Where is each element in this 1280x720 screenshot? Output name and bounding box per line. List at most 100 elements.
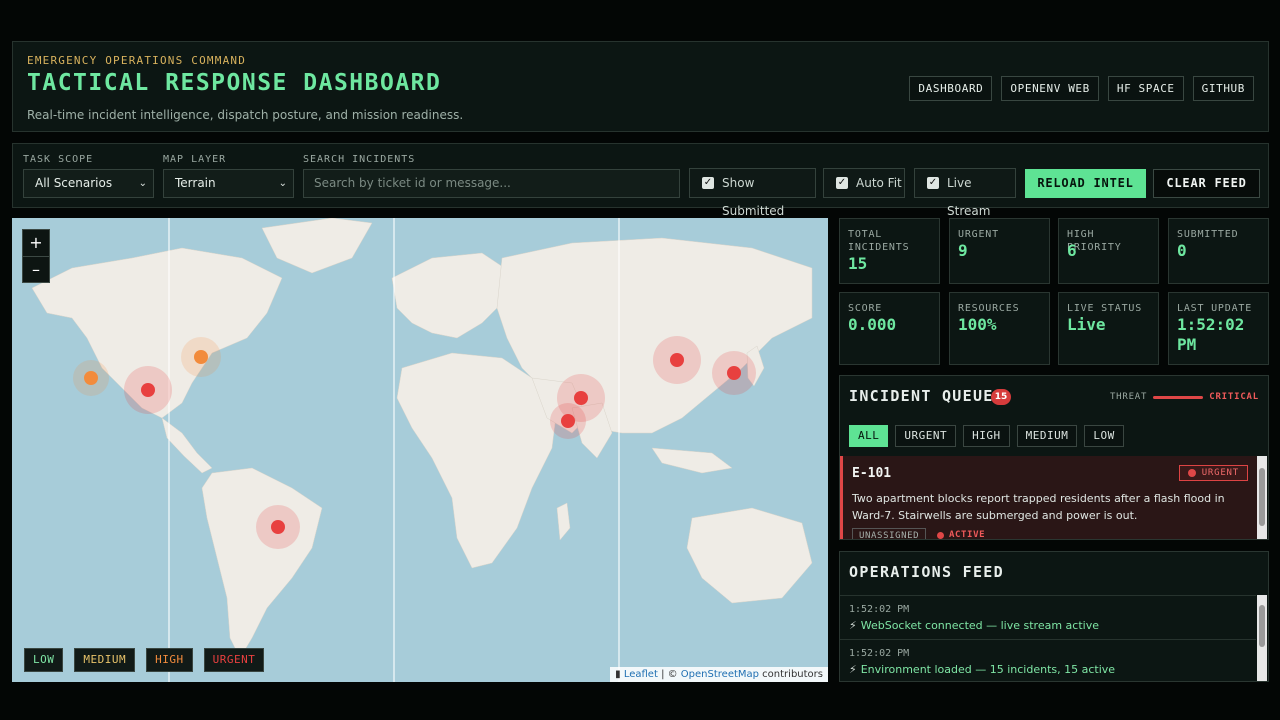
feed-entry-time: 1:52:02 PM: [849, 604, 910, 615]
incident-marker: [574, 391, 588, 405]
threat-label: THREAT: [1109, 392, 1148, 402]
incident-card[interactable]: E-101 URGENT Two apartment blocks report…: [840, 456, 1258, 539]
chevron-down-icon: ⌄: [138, 178, 147, 189]
nav-hf-space-button[interactable]: HF SPACE: [1107, 76, 1184, 101]
stat-label: LAST UPDATE: [1177, 303, 1253, 314]
attribution-tail: contributors: [759, 669, 823, 680]
map-layer-select[interactable]: Terrain ⌄: [163, 169, 294, 198]
show-submitted-checkbox[interactable]: ✓ Show Submitted: [689, 168, 816, 218]
world-map[interactable]: + – LOW MEDIUM HIGH URGENT ▮ Leaflet | ©…: [12, 218, 828, 682]
show-submitted-label: Show Submitted: [722, 176, 785, 218]
queue-title: INCIDENT QUEUE: [849, 387, 994, 405]
live-stream-checkbox[interactable]: ✓ Live Stream: [914, 168, 1016, 218]
stat-label: SUBMITTED: [1177, 229, 1239, 240]
legend-medium: MEDIUM: [74, 648, 136, 672]
header-eyebrow: EMERGENCY OPERATIONS COMMAND: [27, 54, 247, 67]
stat-label: TOTAL INCIDENTS: [848, 229, 910, 253]
plug-icon: ⚡: [849, 663, 857, 676]
auto-fit-label: Auto Fit: [856, 176, 902, 190]
stat-value: 100%: [958, 315, 997, 334]
stat-value: 6: [1067, 241, 1077, 260]
reload-intel-button[interactable]: RELOAD INTEL: [1025, 169, 1146, 198]
search-label: SEARCH INCIDENTS: [303, 154, 416, 165]
zoom-in-button[interactable]: +: [23, 230, 49, 256]
legend-urgent: URGENT: [203, 648, 265, 672]
stat-value: 0: [1177, 241, 1187, 260]
stat-value: 1:52:02 PM: [1177, 315, 1245, 354]
legend-high: HIGH: [146, 648, 193, 672]
incident-marker: [727, 366, 741, 380]
incident-marker: [141, 383, 155, 397]
feed-entry-message: WebSocket connected — live stream active: [860, 619, 1099, 632]
map-tiles: [12, 218, 828, 682]
severity-legend: LOW MEDIUM HIGH URGENT: [24, 648, 265, 672]
header-panel: EMERGENCY OPERATIONS COMMAND TACTICAL RE…: [12, 41, 1269, 132]
stat-urgent: URGENT 9: [949, 218, 1050, 284]
operations-feed-panel: OPERATIONS FEED 1:52:02 PM ⚡ WebSocket co…: [839, 551, 1269, 682]
zoom-out-button[interactable]: –: [23, 256, 49, 282]
incident-marker: [194, 350, 208, 364]
stat-value: 0.000: [848, 315, 897, 334]
queue-count-badge: 15: [991, 389, 1011, 405]
threat-value: CRITICAL: [1209, 392, 1259, 402]
feed-entry-row: ⚡ Environment loaded — 15 incidents, 15 a…: [849, 663, 1115, 676]
live-stream-label: Live Stream: [947, 176, 991, 218]
filter-medium-tab[interactable]: MEDIUM: [1016, 425, 1078, 447]
scrollbar-thumb[interactable]: [1259, 605, 1265, 647]
filter-low-tab[interactable]: LOW: [1084, 425, 1124, 447]
auto-fit-checkbox[interactable]: ✓ Auto Fit: [823, 168, 905, 198]
severity-badge: URGENT: [1178, 465, 1248, 481]
incident-marker: [271, 520, 285, 534]
nav-openenv-web-button[interactable]: OPENENV WEB: [1001, 76, 1099, 101]
status-badge: ACTIVE: [937, 530, 985, 539]
attribution-separator: | ©: [657, 669, 681, 680]
feed-entry: 1:52:02 PM ⚡ WebSocket connected — live s…: [840, 595, 1256, 639]
page-title: TACTICAL RESPONSE DASHBOARD: [27, 70, 442, 96]
feed-title: OPERATIONS FEED: [849, 563, 1004, 581]
stat-label: SCORE: [848, 303, 883, 314]
legend-low: LOW: [24, 648, 64, 672]
openstreetmap-link[interactable]: OpenStreetMap: [681, 669, 759, 680]
search-input[interactable]: Search by ticket id or message...: [303, 169, 680, 198]
feed-scrollbar[interactable]: [1257, 595, 1267, 681]
stat-label: URGENT: [958, 229, 999, 240]
ukraine-flag-icon: ▮: [615, 669, 621, 680]
checkmark-icon: ✓: [927, 177, 939, 189]
task-scope-label: TASK SCOPE: [23, 154, 94, 165]
stat-value: 15: [848, 254, 868, 273]
nav-github-button[interactable]: GITHUB: [1192, 76, 1254, 101]
filter-toolbar: TASK SCOPE All Scenarios ⌄ MAP LAYER Ter…: [12, 143, 1269, 218]
clear-feed-button[interactable]: CLEAR FEED: [1153, 169, 1260, 198]
scrollbar-thumb[interactable]: [1259, 468, 1265, 526]
stat-label: LIVE STATUS: [1067, 303, 1143, 314]
page-subtitle: Real-time incident intelligence, dispatc…: [27, 108, 464, 122]
queue-scrollbar[interactable]: [1257, 456, 1267, 539]
task-scope-value: All Scenarios: [35, 176, 113, 190]
assignee-badge: UNASSIGNED: [852, 528, 927, 539]
incident-message: Two apartment blocks report trapped resi…: [852, 492, 1225, 522]
stat-last-update: LAST UPDATE 1:52:02 PM: [1168, 292, 1269, 365]
checkmark-icon: ✓: [702, 177, 714, 189]
task-scope-select[interactable]: All Scenarios ⌄: [23, 169, 154, 198]
filter-all-tab[interactable]: ALL: [849, 425, 889, 447]
leaflet-link[interactable]: Leaflet: [624, 669, 658, 680]
stat-submitted: SUBMITTED 0: [1168, 218, 1269, 284]
stat-high-priority: HIGH PRIORITY 6: [1058, 218, 1159, 284]
stat-resources: RESOURCES 100%: [949, 292, 1050, 365]
incident-id: E-101: [852, 466, 892, 481]
checkmark-icon: ✓: [836, 177, 848, 189]
zoom-control: + –: [22, 229, 50, 283]
chevron-down-icon: ⌄: [278, 178, 287, 189]
map-attribution: ▮ Leaflet | © OpenStreetMap contributors: [610, 667, 828, 682]
feed-entry-time: 1:52:02 PM: [849, 648, 910, 659]
feed-entry-message: Environment loaded — 15 incidents, 15 ac…: [860, 663, 1116, 676]
stat-score: SCORE 0.000: [839, 292, 940, 365]
nav-dashboard-button[interactable]: DASHBOARD: [909, 76, 993, 101]
map-layer-label: MAP LAYER: [163, 154, 227, 165]
filter-high-tab[interactable]: HIGH: [963, 425, 1010, 447]
plug-icon: ⚡: [849, 619, 857, 632]
filter-urgent-tab[interactable]: URGENT: [895, 425, 957, 447]
incident-queue-panel: INCIDENT QUEUE 15 THREAT CRITICAL ALL UR…: [839, 375, 1269, 540]
map-layer-value: Terrain: [175, 176, 216, 190]
stat-value: Live: [1067, 315, 1106, 334]
